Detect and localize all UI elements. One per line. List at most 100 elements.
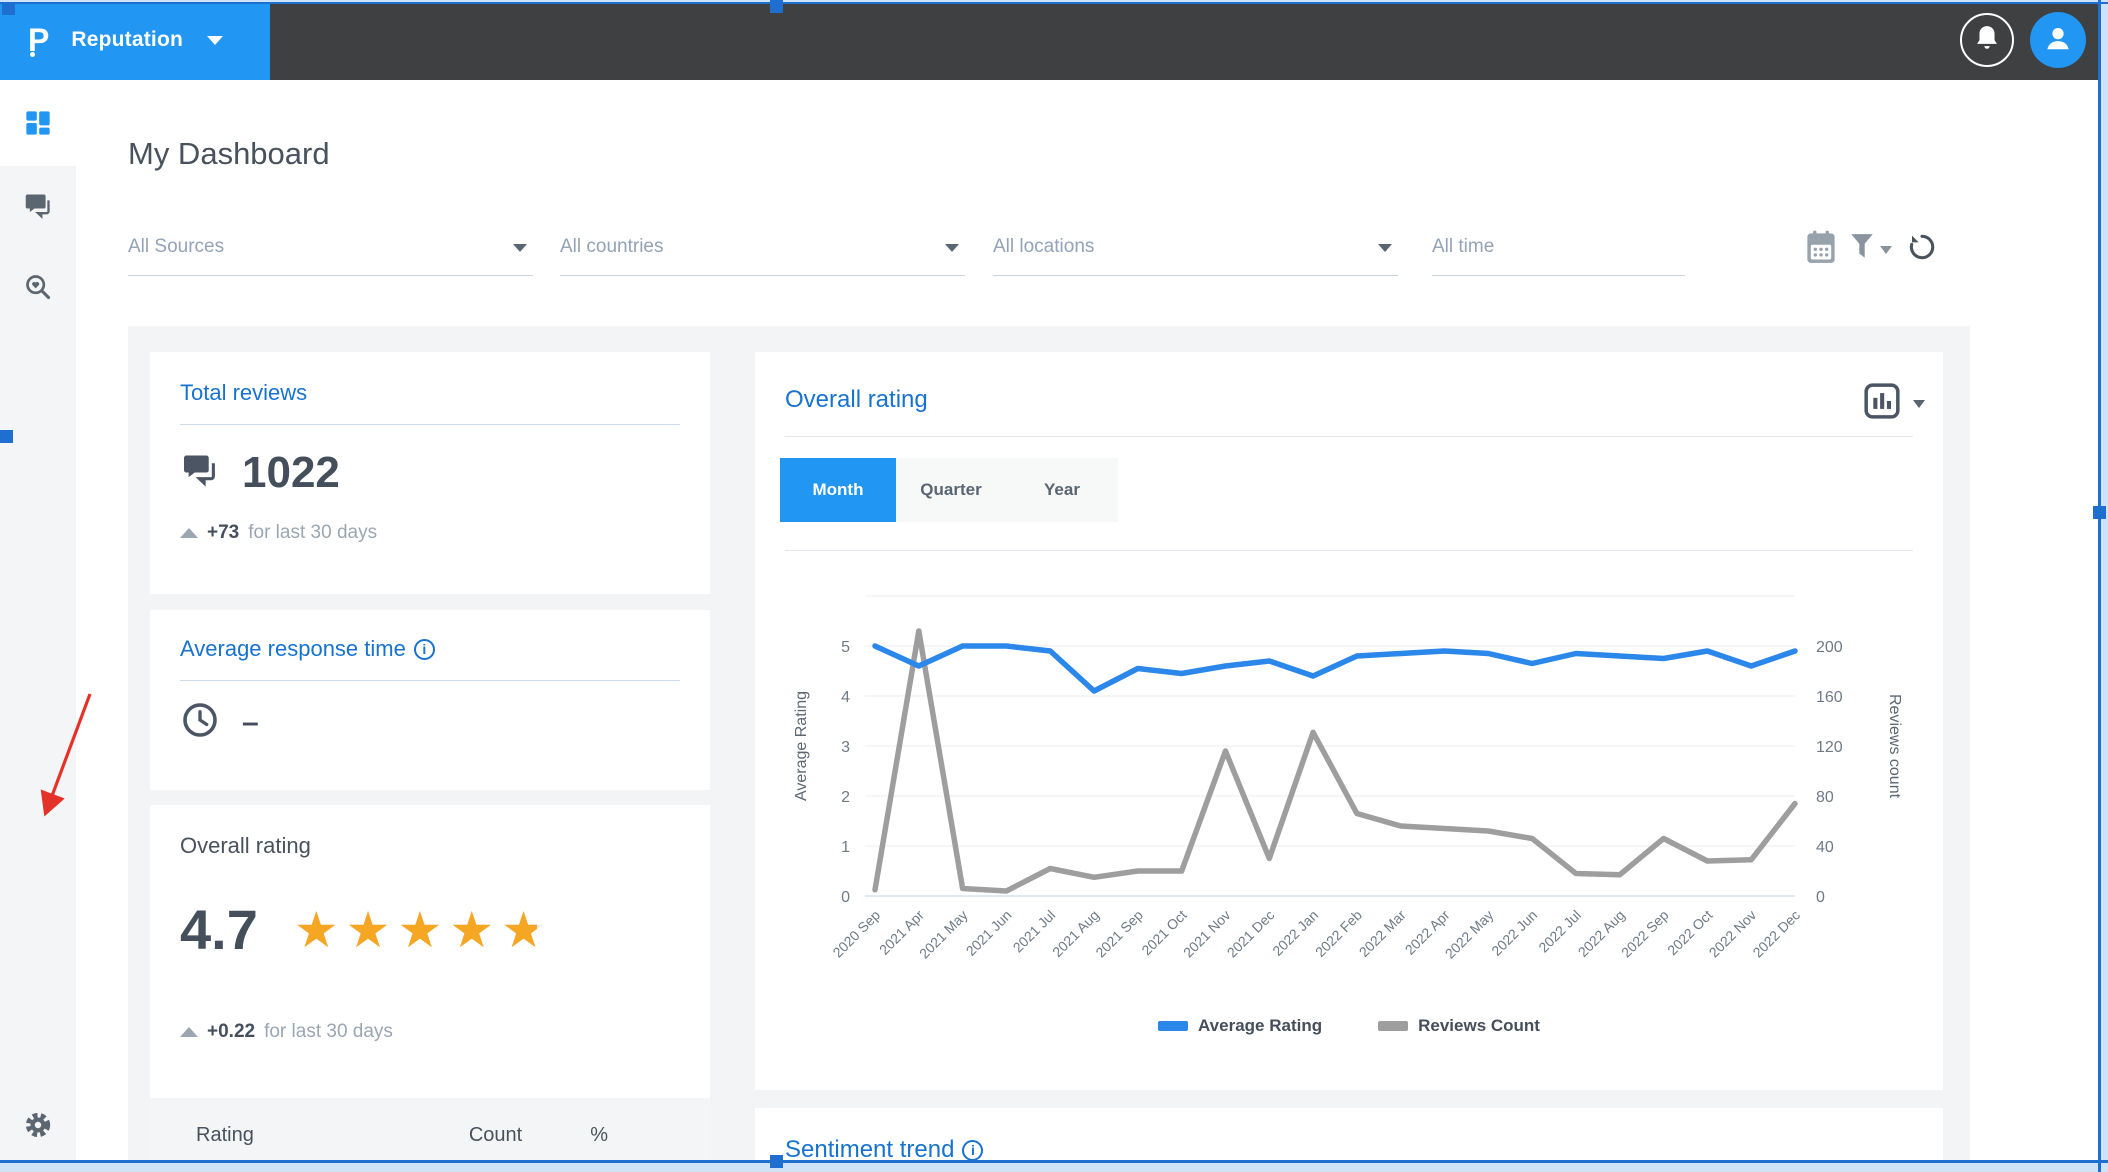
- sidebar-item-settings[interactable]: [0, 1086, 76, 1168]
- response-time-value: –: [242, 706, 259, 740]
- total-reviews-value: 1022: [242, 448, 340, 498]
- svg-text:120: 120: [1816, 739, 1843, 756]
- chevron-down-icon: [513, 244, 527, 252]
- selection-border: [0, 1160, 2108, 1163]
- selection-handle[interactable]: [2093, 506, 2106, 519]
- calendar-icon[interactable]: [1806, 230, 1836, 269]
- user-avatar[interactable]: [2030, 12, 2086, 68]
- svg-text:2021 Nov: 2021 Nov: [1180, 907, 1234, 961]
- svg-text:2022 Dec: 2022 Dec: [1749, 907, 1803, 961]
- notifications-button[interactable]: [1960, 13, 2014, 67]
- svg-text:2022 Feb: 2022 Feb: [1312, 907, 1365, 960]
- product-name: Reputation: [71, 28, 183, 52]
- col-percent: %: [590, 1124, 608, 1147]
- selection-handle[interactable]: [0, 430, 13, 443]
- legend-average-rating[interactable]: Average Rating: [1158, 1016, 1322, 1036]
- search-heart-icon: [24, 273, 52, 306]
- total-reviews-title[interactable]: Total reviews: [180, 380, 307, 406]
- chart-type-selector[interactable]: [1863, 382, 1925, 425]
- svg-text:200: 200: [1816, 639, 1843, 656]
- svg-text:160: 160: [1816, 689, 1843, 706]
- svg-text:Reviews count: Reviews count: [1886, 694, 1903, 799]
- tab-year[interactable]: Year: [1006, 458, 1118, 522]
- app-window: P Reputation: [0, 0, 2108, 1172]
- person-icon: [2043, 23, 2073, 58]
- filter-countries-value: All countries: [560, 236, 664, 257]
- svg-text:80: 80: [1816, 789, 1834, 806]
- tab-quarter[interactable]: Quarter: [896, 458, 1006, 522]
- svg-text:2: 2: [841, 789, 850, 806]
- reset-refresh-icon[interactable]: [1906, 231, 1938, 268]
- trend-up-icon: [180, 528, 198, 538]
- overall-rating-delta-period: for last 30 days: [264, 1021, 393, 1043]
- svg-text:3: 3: [841, 739, 850, 756]
- legend-reviews-count[interactable]: Reviews Count: [1378, 1016, 1540, 1036]
- selection-handle[interactable]: [2, 2, 15, 15]
- funnel-icon: [1850, 233, 1874, 266]
- legend-swatch-blue: [1158, 1021, 1188, 1031]
- chevron-down-icon: [945, 244, 959, 252]
- star-rating-fill: ★★★★★: [294, 905, 538, 955]
- rating-chart-card: Overall rating Month Quarter Year 0 1 2 3 4 5…: [755, 352, 1943, 1090]
- selection-handle[interactable]: [770, 0, 783, 13]
- sidebar-item-reviews[interactable]: [0, 166, 76, 248]
- selection-border: [0, 2, 2108, 4]
- info-icon[interactable]: i: [414, 639, 435, 660]
- chevron-down-icon: [1913, 400, 1925, 408]
- legend-swatch-gray: [1378, 1021, 1408, 1031]
- info-icon[interactable]: i: [962, 1140, 983, 1161]
- svg-text:4: 4: [841, 689, 850, 706]
- annotation-arrow: [28, 688, 108, 838]
- sidebar-item-dashboard[interactable]: [0, 84, 76, 166]
- filter-sources[interactable]: All Sources: [128, 232, 533, 276]
- filter-time[interactable]: All time: [1432, 232, 1685, 276]
- clock-icon: [182, 702, 218, 743]
- filter-locations-value: All locations: [993, 236, 1094, 257]
- chevron-down-icon: [1378, 244, 1392, 252]
- sidebar-item-review-search[interactable]: [0, 248, 76, 330]
- svg-text:2021 Sep: 2021 Sep: [1092, 907, 1146, 961]
- tab-month[interactable]: Month: [780, 458, 896, 522]
- filter-sources-value: All Sources: [128, 236, 224, 257]
- dashboard-icon: [24, 109, 52, 142]
- svg-text:2021 May: 2021 May: [916, 907, 971, 962]
- divider: [785, 550, 1913, 551]
- rating-trend-chart: 01234504080120160200Average RatingReview…: [790, 580, 1930, 1025]
- col-rating: Rating: [196, 1124, 254, 1147]
- svg-text:2020 Sep: 2020 Sep: [829, 907, 883, 961]
- svg-text:2022 Nov: 2022 Nov: [1706, 907, 1760, 961]
- response-time-title[interactable]: Average response time: [180, 636, 406, 662]
- gear-icon: [23, 1110, 53, 1145]
- trend-up-icon: [180, 1027, 198, 1037]
- filter-locations[interactable]: All locations: [993, 232, 1398, 276]
- filter-funnel-button[interactable]: [1850, 233, 1892, 266]
- chevron-down-icon: [207, 36, 223, 45]
- svg-text:2022 May: 2022 May: [1442, 907, 1497, 962]
- top-bar: P Reputation: [0, 0, 2108, 80]
- chart-card-title[interactable]: Overall rating: [785, 386, 928, 414]
- svg-text:40: 40: [1816, 839, 1834, 856]
- svg-text:2022 Mar: 2022 Mar: [1356, 907, 1409, 960]
- svg-text:2022 Sep: 2022 Sep: [1618, 907, 1672, 961]
- overall-rating-delta: +0.22: [207, 1021, 255, 1043]
- selection-handle[interactable]: [770, 1155, 783, 1168]
- bell-icon: [1974, 24, 2000, 57]
- svg-text:0: 0: [841, 889, 850, 906]
- chat-bubbles-icon: [182, 454, 220, 493]
- divider: [785, 436, 1913, 437]
- total-reviews-card: Total reviews 1022 +73 for last 30 days: [150, 352, 710, 594]
- svg-text:5: 5: [841, 639, 850, 656]
- svg-text:2022 Jun: 2022 Jun: [1488, 907, 1540, 959]
- svg-text:0: 0: [1816, 889, 1825, 906]
- bar-chart-icon: [1863, 382, 1901, 425]
- product-switcher[interactable]: P Reputation: [0, 0, 270, 80]
- selection-border: [2098, 0, 2101, 1172]
- overall-rating-title: Overall rating: [180, 833, 311, 859]
- divider: [180, 424, 680, 425]
- col-count: Count: [469, 1124, 522, 1147]
- svg-text:1: 1: [841, 839, 850, 856]
- svg-text:2021 Dec: 2021 Dec: [1224, 907, 1278, 961]
- svg-text:2021 Jun: 2021 Jun: [963, 907, 1015, 959]
- filter-countries[interactable]: All countries: [560, 232, 965, 276]
- legend-label: Average Rating: [1198, 1016, 1322, 1036]
